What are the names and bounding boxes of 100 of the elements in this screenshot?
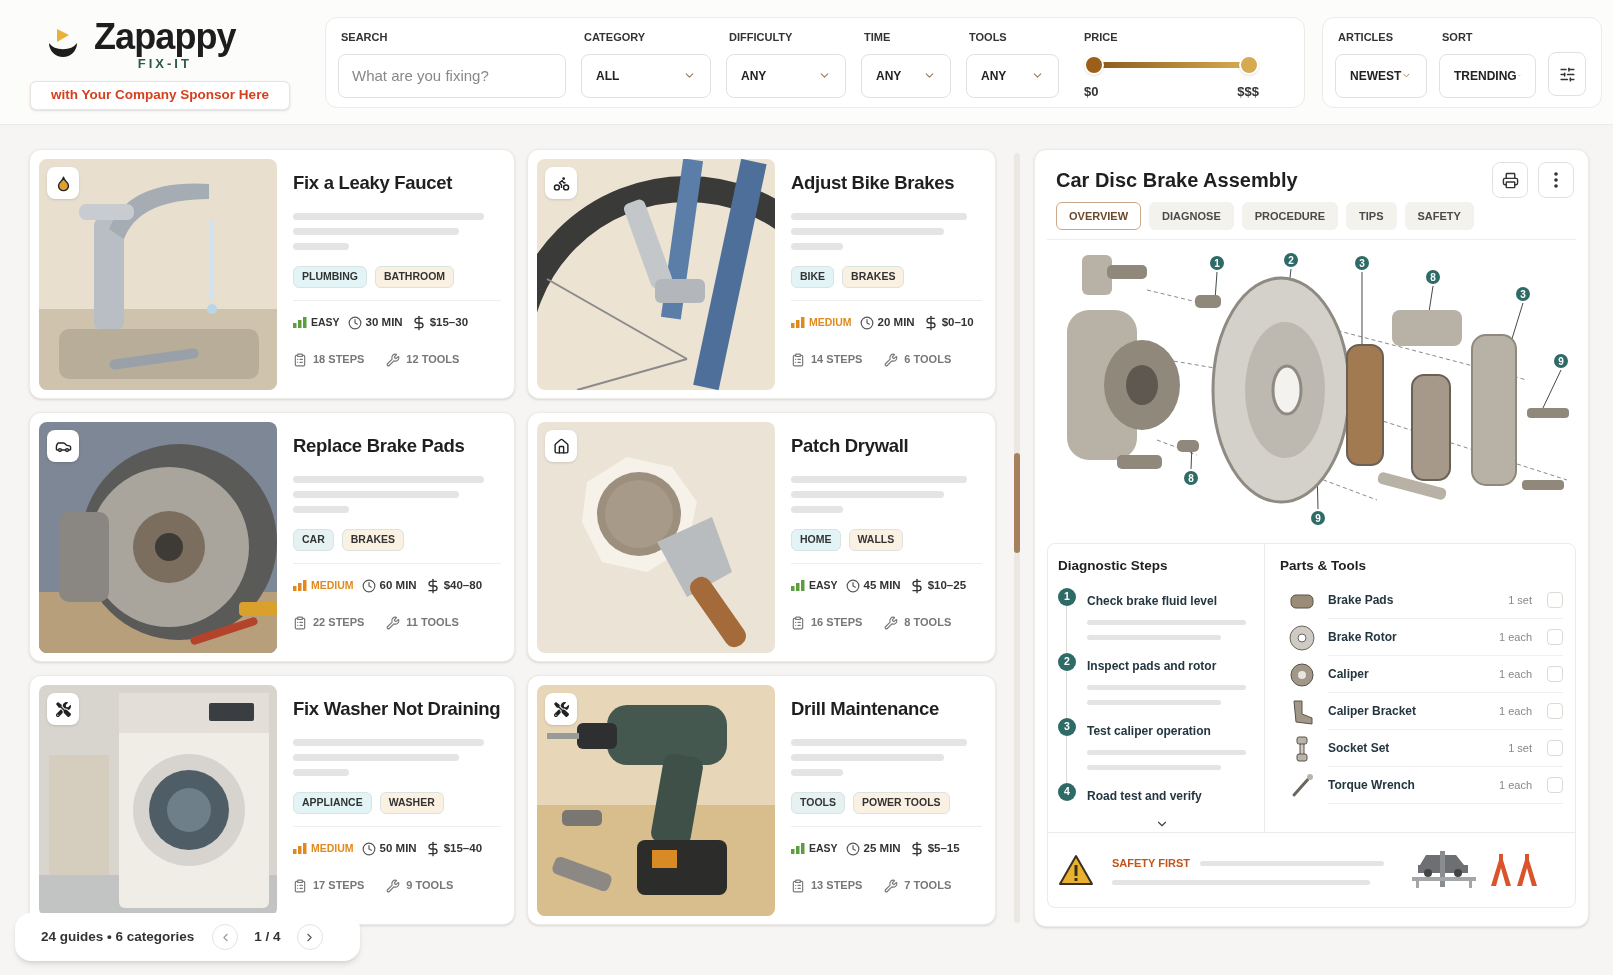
filter-label: SEARCH xyxy=(340,30,389,45)
part-name: Socket Set xyxy=(1328,740,1391,758)
clock-icon xyxy=(845,578,860,593)
guide-card[interactable]: Fix a Leaky Faucet PLUMBING BATHROOM EASY 30 MIN $15–30 18 STEPS 12 TOOLS xyxy=(29,149,515,399)
filter-label: DIFFICULTY xyxy=(728,30,794,45)
slider-thumb[interactable] xyxy=(1239,54,1259,75)
wrench-icon xyxy=(884,878,899,893)
difficulty-label: EASY xyxy=(311,314,340,330)
sort-dropdown[interactable]: TRENDING xyxy=(1439,53,1536,98)
logo-icon xyxy=(48,29,78,59)
clock-icon xyxy=(347,315,362,330)
category-dropdown[interactable]: ALL xyxy=(581,53,711,98)
steps-count: 16 STEPS xyxy=(811,615,863,631)
difficulty-label: MEDIUM xyxy=(311,577,354,593)
guide-card[interactable]: Adjust Bike Brakes BIKE BRAKES MEDIUM 20 MIN $0–10 14 STEPS 6 TOOLS xyxy=(527,149,996,399)
price-range-label: $0–10 xyxy=(941,315,974,330)
clock-icon xyxy=(361,841,376,856)
filter-label: PRICE xyxy=(1084,30,1119,45)
callout-marker: 9 xyxy=(1309,509,1327,527)
part-checkbox[interactable] xyxy=(1547,740,1563,757)
guide-card[interactable]: Patch Drywall HOME WALLS EASY 45 MIN $10–25 16 STEPS 8 TOOLS xyxy=(527,412,996,662)
tools-count: 6 TOOLS xyxy=(904,352,952,368)
difficulty-bars-icon xyxy=(791,317,805,329)
wrench-icon xyxy=(386,615,401,630)
tools-count: 12 TOOLS xyxy=(406,352,460,368)
difficulty-label: EASY xyxy=(809,840,838,856)
tools-count: 11 TOOLS xyxy=(406,615,459,631)
difficulty-bars-icon xyxy=(293,843,307,855)
filter-label: SORT xyxy=(1441,30,1474,45)
price-range-label: $15–30 xyxy=(429,315,469,330)
category-tag[interactable]: HOME xyxy=(791,529,841,551)
category-tag[interactable]: CAR xyxy=(293,529,334,551)
detail-title: Car Disc Brake Assembly xyxy=(1056,168,1298,193)
callout-marker: 8 xyxy=(1182,469,1200,487)
guide-card[interactable]: Drill Maintenance TOOLS POWER TOOLS EASY 25 MIN $5–15 13 STEPS 7 TOOLS xyxy=(527,675,996,925)
results-summary: 24 guides • 6 categories xyxy=(41,927,195,946)
guide-title[interactable]: Fix Washer Not Draining xyxy=(293,696,501,722)
steps-icon xyxy=(293,352,307,367)
time-dropdown[interactable]: ANY xyxy=(861,53,951,98)
scrollbar-thumb[interactable] xyxy=(1014,453,1020,553)
category-tag[interactable]: TOOLS xyxy=(791,792,845,814)
guide-title[interactable]: Patch Drywall xyxy=(791,433,909,459)
wrench-icon xyxy=(386,352,401,367)
difficulty-bars-icon xyxy=(293,580,307,592)
wrench-icon xyxy=(884,615,899,630)
detail-tab[interactable]: DIAGNOSE xyxy=(1149,202,1234,230)
guide-card[interactable]: Replace Brake Pads CAR BRAKES MEDIUM 60 MIN $40–80 22 STEPS 11 TOOLS xyxy=(29,412,515,662)
articles-dropdown[interactable]: NEWEST xyxy=(1335,53,1427,98)
print-button[interactable] xyxy=(1492,162,1528,198)
category-tag[interactable]: BATHROOM xyxy=(375,266,455,288)
category-tag[interactable]: WASHER xyxy=(379,792,444,814)
detail-tab[interactable]: OVERVIEW xyxy=(1056,202,1142,230)
slider-thumb[interactable] xyxy=(1084,54,1104,75)
category-tag[interactable]: BIKE xyxy=(791,266,835,288)
step-text: Road test and verify xyxy=(1087,789,1202,804)
category-tag[interactable]: WALLS xyxy=(848,529,904,551)
detail-tab[interactable]: TIPS xyxy=(1346,202,1397,230)
sliders-icon xyxy=(1558,65,1576,83)
guide-title[interactable]: Adjust Bike Brakes xyxy=(791,170,955,196)
steps-icon xyxy=(791,878,805,893)
difficulty-label: MEDIUM xyxy=(311,840,354,856)
tools-count: 9 TOOLS xyxy=(406,878,454,894)
part-quantity: 1 set xyxy=(1508,593,1532,608)
rotor-icon xyxy=(1288,623,1316,652)
callout-marker: 1 xyxy=(1208,254,1226,272)
steps-count: 22 STEPS xyxy=(313,615,365,631)
category-tag[interactable]: PLUMBING xyxy=(293,266,367,288)
guide-title[interactable]: Drill Maintenance xyxy=(791,696,940,722)
steps-icon xyxy=(791,615,805,630)
part-checkbox[interactable] xyxy=(1547,666,1563,683)
category-tag[interactable]: BRAKES xyxy=(341,529,405,551)
step-text: Check brake fluid level xyxy=(1087,594,1218,609)
guide-title[interactable]: Fix a Leaky Faucet xyxy=(293,170,453,196)
clock-icon xyxy=(845,841,860,856)
duration-label: 20 MIN xyxy=(877,315,915,330)
filter-settings-button[interactable] xyxy=(1548,52,1586,96)
callout-marker: 3 xyxy=(1353,254,1371,272)
part-checkbox[interactable] xyxy=(1547,629,1563,646)
part-checkbox[interactable] xyxy=(1547,777,1563,794)
guide-card[interactable]: Fix Washer Not Draining APPLIANCE WASHER MEDIUM 50 MIN $15–40 17 STEPS 9 TOOLS xyxy=(29,675,515,925)
price-max-label: $$$ xyxy=(1237,82,1259,101)
sponsor-button[interactable]: with Your Company Sponsor Here xyxy=(30,81,290,110)
detail-tab[interactable]: PROCEDURE xyxy=(1241,202,1339,230)
difficulty-dropdown[interactable]: ANY xyxy=(726,53,846,98)
duration-label: 60 MIN xyxy=(379,578,417,593)
part-checkbox[interactable] xyxy=(1547,703,1563,720)
jack-stand-icon xyxy=(1516,854,1538,886)
scrollbar-track[interactable] xyxy=(1014,153,1020,923)
guide-title[interactable]: Replace Brake Pads xyxy=(293,433,465,459)
duration-label: 30 MIN xyxy=(365,315,403,330)
detail-tab[interactable]: SAFETY xyxy=(1404,202,1474,230)
category-tag[interactable]: APPLIANCE xyxy=(293,792,372,814)
search-field[interactable]: What are you fixing? xyxy=(338,53,566,98)
duration-label: 45 MIN xyxy=(863,578,901,593)
category-tag[interactable]: BRAKES xyxy=(842,266,905,288)
wrench-icon xyxy=(884,352,899,367)
tools-dropdown[interactable]: ANY xyxy=(966,53,1059,98)
part-checkbox[interactable] xyxy=(1547,592,1563,609)
category-tag[interactable]: POWER TOOLS xyxy=(853,792,950,814)
more-button[interactable] xyxy=(1538,162,1574,198)
